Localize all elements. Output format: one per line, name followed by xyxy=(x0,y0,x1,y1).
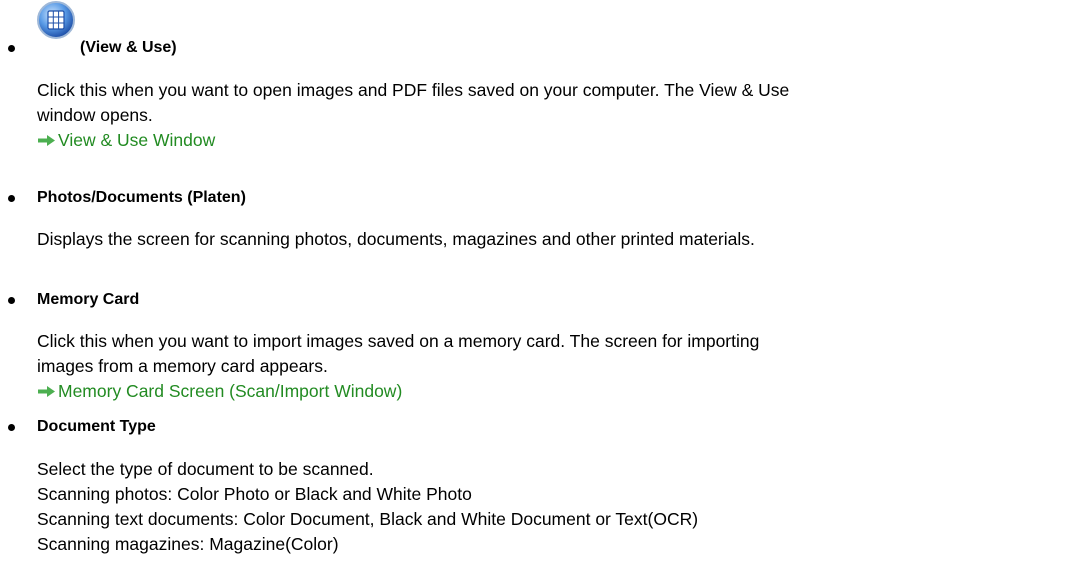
arrow-right-icon xyxy=(38,135,55,146)
description-line: Displays the screen for scanning photos,… xyxy=(37,229,755,249)
item-title: Document Type xyxy=(37,418,156,435)
view-and-use-icon[interactable] xyxy=(36,0,76,40)
description-line: Click this when you want to import image… xyxy=(37,331,760,351)
item-description: Displays the screen for scanning photos,… xyxy=(37,227,1077,252)
item-title: Memory Card xyxy=(37,291,140,308)
description-line: Click this when you want to open images … xyxy=(37,80,790,100)
bullet-icon xyxy=(8,45,15,52)
description-line: Scanning text documents: Color Document,… xyxy=(37,509,699,529)
description-line: Scanning photos: Color Photo or Black an… xyxy=(37,484,472,504)
description-line: Scanning magazines: Magazine(Color) xyxy=(37,534,339,554)
item-title: Photos/Documents (Platen) xyxy=(37,189,246,206)
description-line: Select the type of document to be scanne… xyxy=(37,459,374,479)
link-label: View & Use Window xyxy=(58,130,216,150)
help-page: { "items": [ { "title": "(View & Use)", … xyxy=(0,0,1078,580)
description-line: images from a memory card appears. xyxy=(37,356,328,376)
view-and-use-window-link[interactable]: View & Use Window xyxy=(37,128,1077,153)
bullet-icon xyxy=(8,297,15,304)
item-description: Click this when you want to import image… xyxy=(37,329,1077,404)
item-description: Click this when you want to open images … xyxy=(37,78,1077,153)
arrow-right-icon xyxy=(38,386,55,397)
bullet-icon xyxy=(8,424,15,431)
description-line: window opens. xyxy=(37,105,153,125)
item-title: (View & Use) xyxy=(80,39,177,56)
link-label: Memory Card Screen (Scan/Import Window) xyxy=(58,381,403,401)
memory-card-screen-link[interactable]: Memory Card Screen (Scan/Import Window) xyxy=(37,379,1077,404)
bullet-icon xyxy=(8,195,15,202)
item-description: Select the type of document to be scanne… xyxy=(37,457,1077,557)
